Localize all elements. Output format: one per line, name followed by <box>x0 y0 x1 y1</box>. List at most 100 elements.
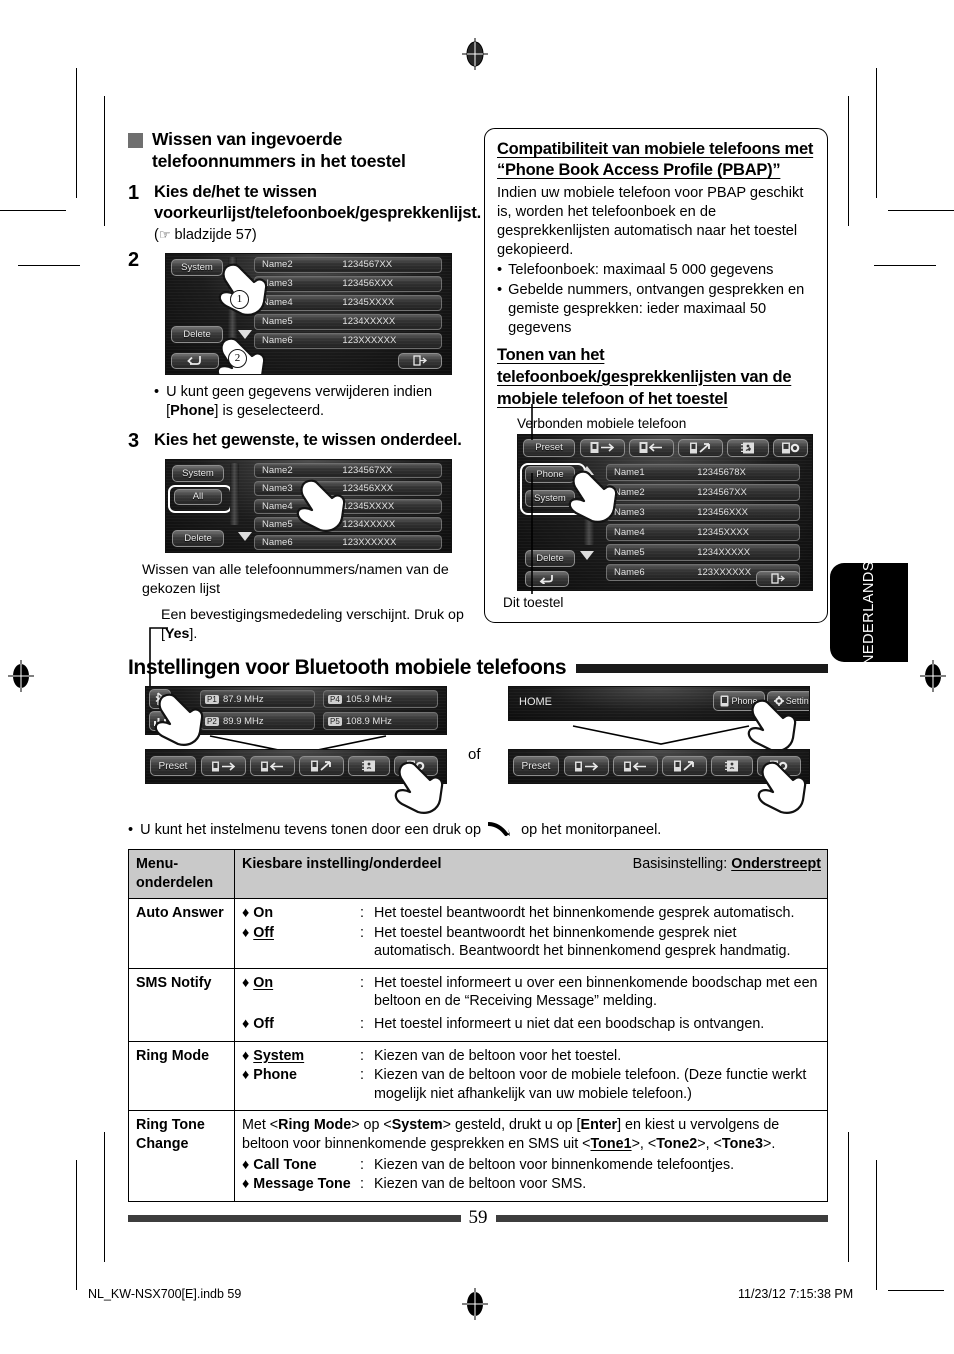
info-box-bullet: • Gebelde nummers, ontvangen gesprekken … <box>497 281 815 338</box>
table-cell-options: Met <Ring Mode> op <System> gesteld, dru… <box>234 1110 828 1202</box>
preset-slot[interactable]: P4 105.9 MHz <box>323 690 438 708</box>
step-1: 1 Kies de/het te wissen voorkeurlijst/te… <box>128 182 481 243</box>
toolbar-copy-button[interactable] <box>299 756 344 776</box>
contact-name: Name1 <box>614 466 645 478</box>
toolbar-transfer-from-phone-button[interactable] <box>629 438 674 457</box>
toolbar-transfer-to-phone-button[interactable] <box>564 756 609 776</box>
list-item[interactable]: Name4 12345XXXX <box>254 294 442 311</box>
option-desc: Het toestel beantwoordt het binnenkomend… <box>374 924 791 960</box>
toolbar-transfer-to-phone-button[interactable] <box>580 438 625 457</box>
option-row: ♦ Off : Het toestel beantwoordt het binn… <box>242 924 821 962</box>
flow-arrow-down-right <box>572 725 750 745</box>
toolbar-preset-button[interactable]: Preset <box>150 756 196 776</box>
list-item[interactable]: Name4 12345XXXX <box>254 498 442 514</box>
crop-mark-br-h <box>888 1290 944 1292</box>
preset-slot[interactable]: P5 108.9 MHz <box>323 712 438 730</box>
device-system-button[interactable]: System <box>525 489 575 507</box>
device-step3-delete-button[interactable]: Delete <box>172 529 224 547</box>
contact-name: Name5 <box>262 518 293 530</box>
list-item[interactable]: Name6 123XXXXXX <box>254 534 442 550</box>
crop-mark-tl-v1 <box>76 68 78 198</box>
device-back-button[interactable] <box>525 570 569 587</box>
preset-slot[interactable]: P1 87.9 MHz <box>200 690 315 708</box>
contact-number: 123XXXXXX <box>697 566 752 578</box>
list-item[interactable]: Name3 123456XXX <box>606 503 800 521</box>
device-exit-button[interactable] <box>756 570 800 587</box>
toolbar-settings-button[interactable] <box>394 756 438 776</box>
table-header-options-label: Kiesbare instelling/onderdeel <box>242 856 442 872</box>
contact-number: 1234XXXXX <box>342 316 396 328</box>
scroll-down-arrow-icon[interactable] <box>580 550 594 560</box>
toolbar-copy-button[interactable] <box>662 756 707 776</box>
caption-this-unit: Dit toestel <box>503 594 564 610</box>
device-step3-scrollbar[interactable] <box>230 462 239 525</box>
crop-mark-tr-h2 <box>874 265 936 267</box>
table-cell-menu: Ring Mode <box>128 1040 235 1112</box>
option-row: ♦ Message Tone : Kiezen van de beltoon v… <box>242 1175 821 1195</box>
list-item[interactable]: Name3 123456XXX <box>254 275 442 292</box>
table-header-options: Kiesbare instelling/onderdeel Basisinste… <box>234 848 828 900</box>
scroll-up-arrow-icon[interactable] <box>580 465 594 475</box>
device-step2-delete-button[interactable]: Delete <box>171 325 223 343</box>
toolbar-phonebook-button[interactable] <box>711 756 753 776</box>
option-desc: Kiezen van de beltoon voor SMS. <box>374 1176 587 1193</box>
scroll-down-arrow-icon[interactable] <box>238 329 252 339</box>
device-step3-system-button[interactable]: System <box>172 464 224 482</box>
toolbar-phonebook-button[interactable] <box>348 756 390 776</box>
list-item[interactable]: Name2 1234567XX <box>606 483 800 501</box>
preset-label: P5 <box>328 716 342 726</box>
list-item[interactable]: Name2 1234567XX <box>254 462 442 478</box>
device-phone-button[interactable]: Phone <box>525 465 575 483</box>
page-number: 59 <box>468 1207 488 1228</box>
contact-number: 123456XXX <box>697 506 748 518</box>
list-item[interactable]: Name5 1234XXXXX <box>254 313 442 330</box>
list-item[interactable]: Name1 12345678X <box>606 463 800 481</box>
toolbar-settings-button[interactable] <box>773 438 808 457</box>
option-desc: Het toestel informeert u niet dat een bo… <box>374 1016 765 1033</box>
equalizer-icon-button[interactable] <box>149 711 171 731</box>
device-scrollbar[interactable] <box>584 476 594 545</box>
option-row: ♦ System : Kiezen van de beltoon voor he… <box>242 1047 821 1067</box>
preset-slot[interactable]: P2 89.9 MHz <box>200 712 315 730</box>
toolbar-preset-button[interactable]: Preset <box>523 438 575 457</box>
scroll-down-arrow-icon[interactable] <box>238 531 252 541</box>
contact-number: 123456XXX <box>342 278 394 290</box>
device-step3-all-button[interactable]: All <box>174 488 222 505</box>
device-screenshot-phonebook: Preset Phone System Delete Name1 1234567… <box>517 433 813 591</box>
home-settings-button[interactable]: Settings <box>767 691 809 711</box>
toolbar-settings-button[interactable] <box>757 756 801 776</box>
language-tab-label: NEDERLANDS <box>861 560 877 665</box>
list-item[interactable]: Name3 123456XXX <box>254 480 442 496</box>
contact-number: 1234XXXXX <box>342 518 396 530</box>
bullet-dot: • <box>154 383 160 400</box>
preset-label: P1 <box>205 694 219 704</box>
list-item[interactable]: Name5 1234XXXXX <box>254 516 442 532</box>
device-delete-button[interactable]: Delete <box>525 549 575 567</box>
contact-name: Name5 <box>262 316 293 328</box>
device-step2-system-button[interactable]: System <box>171 258 223 276</box>
toolbar-preset-button[interactable]: Preset <box>513 756 559 776</box>
toolbar-phonebook-button[interactable] <box>727 438 769 457</box>
bluetooth-icon-button[interactable] <box>149 689 171 709</box>
step-2-number: 2 <box>128 248 140 271</box>
toolbar-transfer-to-phone-button[interactable] <box>201 756 246 776</box>
list-item[interactable]: Name5 1234XXXXX <box>606 543 800 561</box>
option-desc: Het toestel informeert u over een binnen… <box>374 974 818 1010</box>
device-step2-back-button[interactable] <box>171 352 219 369</box>
device-step2-exit-button[interactable] <box>398 352 442 369</box>
toolbar-transfer-from-phone-button[interactable] <box>613 756 658 776</box>
option-name: ♦ Off <box>242 1016 274 1033</box>
contact-name: Name3 <box>262 482 293 494</box>
imprint-filename: NL_KW-NSX700[E].indb 59 <box>88 1287 242 1301</box>
list-item[interactable]: Name4 12345XXXX <box>606 523 800 541</box>
list-item[interactable]: Name2 1234567XX <box>254 256 442 273</box>
home-settings-label: Settings <box>785 696 809 706</box>
device-screenshot-step2: System Delete Name2 1234567XX Name3 1234… <box>165 252 452 375</box>
toolbar-transfer-from-phone-button[interactable] <box>250 756 295 776</box>
option-row: ♦ On : Het toestel beantwoordt het binne… <box>242 904 821 924</box>
home-phone-button[interactable]: Phone <box>713 691 765 711</box>
toolbar-copy-button[interactable] <box>678 438 723 457</box>
list-item[interactable]: Name6 123XXXXXX <box>254 332 442 349</box>
table-row: Ring Mode ♦ System : Kiezen van de belto… <box>128 1040 828 1112</box>
option-name: ♦ Off <box>242 924 274 941</box>
